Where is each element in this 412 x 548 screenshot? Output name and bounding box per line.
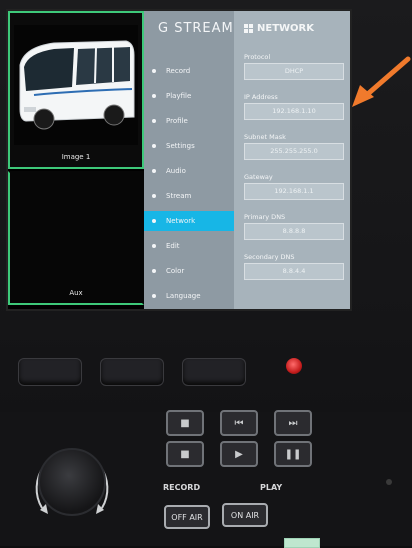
menu-item-label: Profile [166, 117, 188, 125]
record-label: RECORD [163, 483, 201, 492]
bullet-icon [152, 144, 156, 148]
menu-item-language[interactable]: Language [144, 286, 234, 306]
menu-item-stream[interactable]: Stream [144, 186, 234, 206]
bullet-icon [152, 294, 156, 298]
main-menu: G STREAM Record Playfile Profile Settings Au… [144, 11, 234, 309]
menu-item-record[interactable]: Record [144, 61, 234, 81]
thumbnail-image-1[interactable]: Image 1 [8, 11, 144, 169]
field-label: Secondary DNS [244, 253, 295, 261]
field-protocol: Protocol DHCP [244, 53, 344, 80]
panel-title: NETWORK [257, 23, 315, 34]
menu-item-color[interactable]: Color [144, 261, 234, 281]
menu-item-label: Language [166, 292, 201, 300]
preview-thumbnails: Image 1 Aux [8, 11, 144, 309]
jog-knob[interactable] [38, 448, 106, 516]
field-label: Primary DNS [244, 213, 286, 221]
field-gateway: Gateway 192.168.1.1 [244, 173, 344, 200]
on-air-button[interactable]: ON AIR [222, 503, 268, 527]
panel-header: NETWORK [244, 23, 314, 34]
bullet-icon [152, 169, 156, 173]
soft-key-1[interactable] [18, 358, 82, 386]
soft-key-2[interactable] [100, 358, 164, 386]
menu-item-label: Record [166, 67, 191, 75]
bullet-icon [152, 244, 156, 248]
grid-icon [244, 24, 253, 33]
record-stop-button[interactable]: ■ [166, 441, 204, 467]
bullet-icon [152, 94, 156, 98]
menu-item-network[interactable]: Network [144, 211, 234, 231]
menu-item-label: Network [166, 217, 196, 225]
menu-item-audio[interactable]: Audio [144, 161, 234, 181]
bullet-icon [152, 219, 156, 223]
field-input[interactable]: 8.8.8.8 [244, 223, 344, 240]
field-label: IP Address [244, 93, 278, 101]
menu-item-settings[interactable]: Settings [144, 136, 234, 156]
menu-item-label: Color [166, 267, 185, 275]
bus-image [14, 25, 138, 145]
brand-logo: G STREAM [158, 21, 234, 36]
thumbnail-aux[interactable]: Aux [8, 171, 144, 305]
field-input[interactable]: 255.255.255.0 [244, 143, 344, 160]
thumbnail-label: Aux [69, 289, 83, 297]
field-secondary-dns: Secondary DNS 8.8.4.4 [244, 253, 344, 280]
bullet-icon [152, 194, 156, 198]
play-button[interactable]: ▶ [220, 441, 258, 467]
field-label: Subnet Mask [244, 133, 286, 141]
bullet-icon [152, 119, 156, 123]
bullet-icon [152, 269, 156, 273]
stop-button[interactable]: ■ [166, 410, 204, 436]
device-body: Image 1 Aux G STREAM Record Playfile Profi… [0, 0, 412, 548]
field-input[interactable]: DHCP [244, 63, 344, 80]
field-primary-dns: Primary DNS 8.8.8.8 [244, 213, 344, 240]
field-label: Protocol [244, 53, 271, 61]
network-panel: NETWORK Protocol DHCP IP Address 192.168.1.… [234, 11, 350, 309]
status-chip [284, 538, 320, 548]
menu-item-playfile[interactable]: Playfile [144, 86, 234, 106]
display-screen: Image 1 Aux G STREAM Record Playfile Profi… [6, 9, 352, 311]
menu-item-label: Audio [166, 167, 186, 175]
field-label: Gateway [244, 173, 273, 181]
pause-button[interactable]: ❚❚ [274, 441, 312, 467]
menu-item-profile[interactable]: Profile [144, 111, 234, 131]
bullet-icon [152, 69, 156, 73]
previous-button[interactable]: ⏮ [220, 410, 258, 436]
next-button[interactable]: ⏭ [274, 410, 312, 436]
field-input[interactable]: 192.168.1.1 [244, 183, 344, 200]
field-subnet-mask: Subnet Mask 255.255.255.0 [244, 133, 344, 160]
menu-item-label: Settings [166, 142, 195, 150]
field-input[interactable]: 192.168.1.10 [244, 103, 344, 120]
soft-key-3[interactable] [182, 358, 246, 386]
field-input[interactable]: 8.8.4.4 [244, 263, 344, 280]
play-label: PLAY [260, 483, 283, 492]
indicator-dot [386, 479, 392, 485]
menu-item-label: Playfile [166, 92, 192, 100]
record-indicator-led [286, 358, 302, 374]
off-air-button[interactable]: OFF AIR [164, 505, 210, 529]
menu-item-label: Stream [166, 192, 192, 200]
menu-item-edit[interactable]: Edit [144, 236, 234, 256]
annotation-arrow-icon [352, 56, 411, 107]
field-ip-address: IP Address 192.168.1.10 [244, 93, 344, 120]
menu-item-label: Edit [166, 242, 180, 250]
thumbnail-label: Image 1 [61, 153, 91, 161]
